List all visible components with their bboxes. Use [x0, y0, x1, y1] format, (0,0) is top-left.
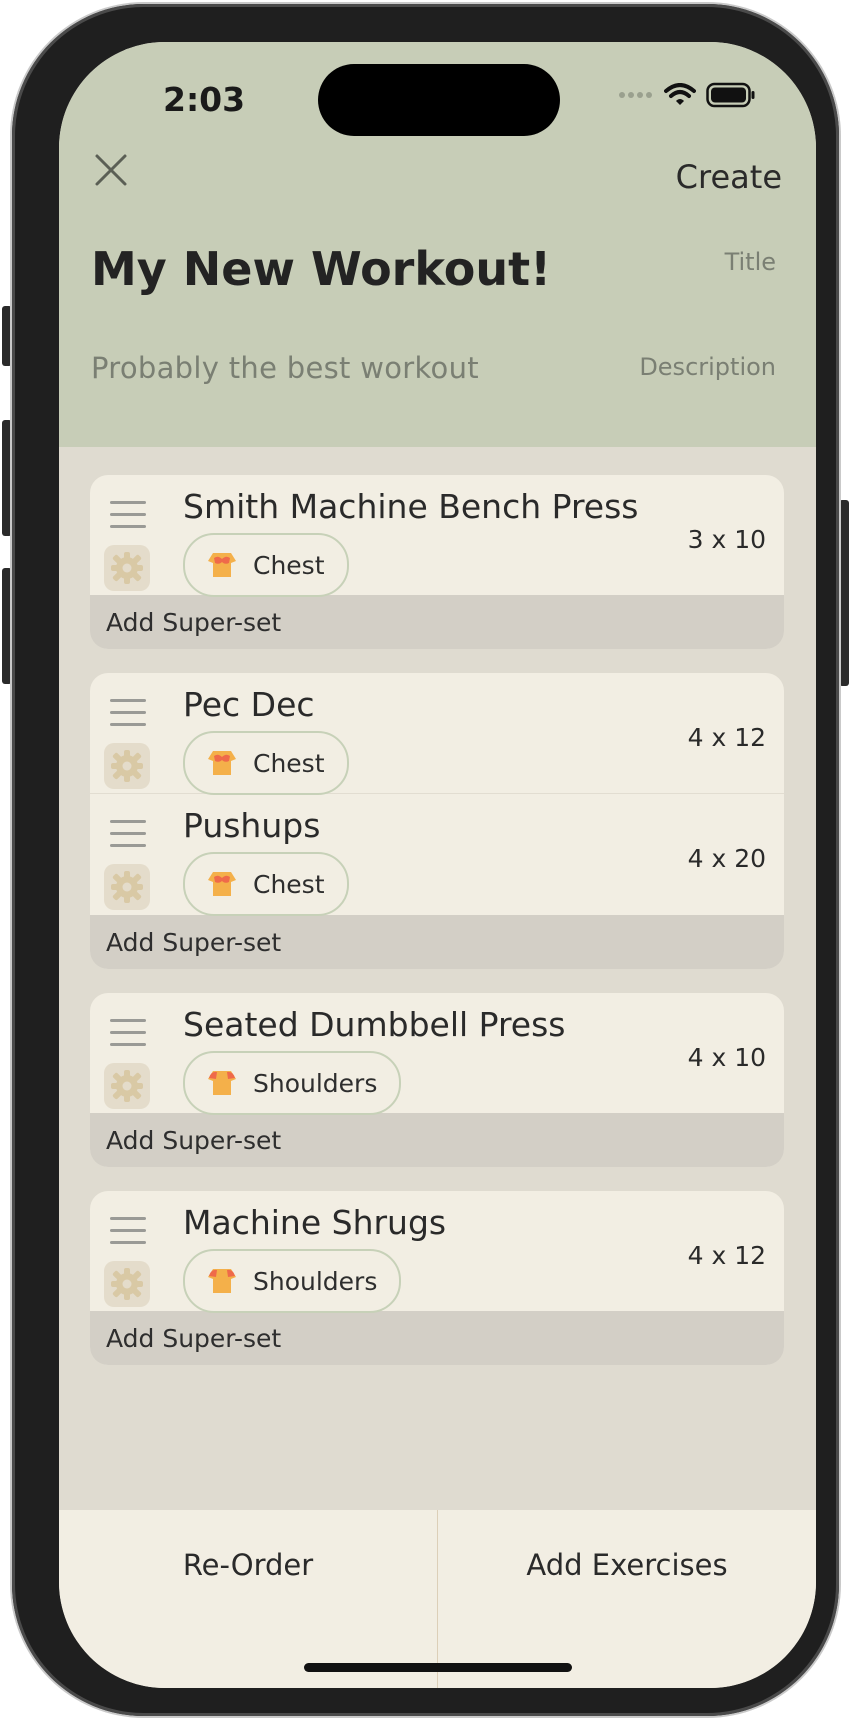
- muscle-chip: Shoulders: [183, 1051, 402, 1115]
- add-superset-button[interactable]: Add Super-set: [90, 1311, 784, 1365]
- gear-icon[interactable]: [104, 545, 150, 591]
- workout-header: 2:03 Create My New Workout! Title Probab…: [59, 42, 816, 447]
- muscle-chip: Chest: [183, 731, 349, 795]
- home-indicator[interactable]: [304, 1663, 572, 1672]
- exercise-row[interactable]: Pushups Chest 4 x 20: [90, 794, 784, 916]
- battery-icon: [706, 82, 755, 108]
- muscle-label: Chest: [253, 869, 325, 899]
- bottom-action-bar: Re-Order Add Exercises: [59, 1510, 816, 1688]
- sets-reps: 3 x 10: [687, 525, 766, 554]
- sets-reps: 4 x 12: [687, 723, 766, 752]
- shoulders-muscle-icon: [208, 1269, 236, 1293]
- reorder-button[interactable]: Re-Order: [59, 1510, 437, 1620]
- chest-muscle-icon: [208, 872, 236, 896]
- gear-icon[interactable]: [104, 1063, 150, 1109]
- create-button[interactable]: Create: [676, 158, 782, 196]
- workout-title-input[interactable]: My New Workout!: [91, 242, 551, 296]
- silent-switch: [2, 306, 12, 366]
- exercise-row[interactable]: Smith Machine Bench Press Chest 3 x 10: [90, 475, 784, 597]
- chest-muscle-icon: [208, 751, 236, 775]
- workout-description-input[interactable]: Probably the best workout: [91, 351, 479, 385]
- drag-handle-icon[interactable]: [110, 1217, 146, 1247]
- status-icons: [618, 82, 756, 108]
- gear-icon[interactable]: [104, 864, 150, 910]
- gear-icon[interactable]: [104, 1261, 150, 1307]
- chest-muscle-icon: [208, 553, 236, 577]
- description-field-label: Description: [639, 353, 776, 381]
- exercise-group: Smith Machine Bench Press Chest 3 x 10 A…: [90, 475, 784, 649]
- add-exercises-button[interactable]: Add Exercises: [438, 1510, 816, 1620]
- exercise-name: Pec Dec: [183, 685, 315, 724]
- title-field-label: Title: [724, 248, 776, 276]
- wifi-icon: [664, 83, 696, 105]
- muscle-label: Shoulders: [253, 1068, 378, 1098]
- sets-reps: 4 x 12: [687, 1241, 766, 1270]
- muscle-chip: Shoulders: [183, 1249, 402, 1313]
- exercise-row[interactable]: Seated Dumbbell Press Shoulders 4 x 10: [90, 993, 784, 1115]
- close-button[interactable]: [87, 146, 135, 194]
- close-icon: [95, 154, 127, 186]
- muscle-chip: Chest: [183, 533, 349, 597]
- add-superset-button[interactable]: Add Super-set: [90, 595, 784, 649]
- exercise-name: Machine Shrugs: [183, 1203, 447, 1242]
- muscle-label: Shoulders: [253, 1266, 378, 1296]
- drag-handle-icon[interactable]: [110, 699, 146, 729]
- app-screen: 2:03 Create My New Workout! Title Probab…: [59, 42, 816, 1688]
- exercise-group: Pec Dec Chest 4 x 12 Pushups Chest 4 x 2…: [90, 673, 784, 969]
- exercise-row[interactable]: Pec Dec Chest 4 x 12: [90, 673, 784, 795]
- muscle-label: Chest: [253, 748, 325, 778]
- shoulders-muscle-icon: [208, 1071, 236, 1095]
- power-button: [839, 500, 849, 686]
- add-superset-button[interactable]: Add Super-set: [90, 1113, 784, 1167]
- muscle-chip: Chest: [183, 852, 349, 916]
- drag-handle-icon[interactable]: [110, 1019, 146, 1049]
- signal-icon: [619, 92, 652, 98]
- exercise-name: Pushups: [183, 806, 321, 845]
- exercise-name: Seated Dumbbell Press: [183, 1005, 566, 1044]
- phone-frame: 2:03 Create My New Workout! Title Probab…: [12, 4, 839, 1716]
- muscle-label: Chest: [253, 550, 325, 580]
- drag-handle-icon[interactable]: [110, 501, 146, 531]
- add-superset-button[interactable]: Add Super-set: [90, 915, 784, 969]
- dynamic-island: [318, 64, 560, 136]
- exercise-group: Seated Dumbbell Press Shoulders 4 x 10 A…: [90, 993, 784, 1167]
- exercise-name: Smith Machine Bench Press: [183, 487, 639, 526]
- volume-up-button: [2, 420, 12, 536]
- sets-reps: 4 x 20: [687, 844, 766, 873]
- exercise-group: Machine Shrugs Shoulders 4 x 12 Add Supe…: [90, 1191, 784, 1365]
- exercise-row[interactable]: Machine Shrugs Shoulders 4 x 12: [90, 1191, 784, 1313]
- sets-reps: 4 x 10: [687, 1043, 766, 1072]
- status-time: 2:03: [163, 80, 246, 119]
- gear-icon[interactable]: [104, 743, 150, 789]
- volume-down-button: [2, 568, 12, 684]
- drag-handle-icon[interactable]: [110, 820, 146, 850]
